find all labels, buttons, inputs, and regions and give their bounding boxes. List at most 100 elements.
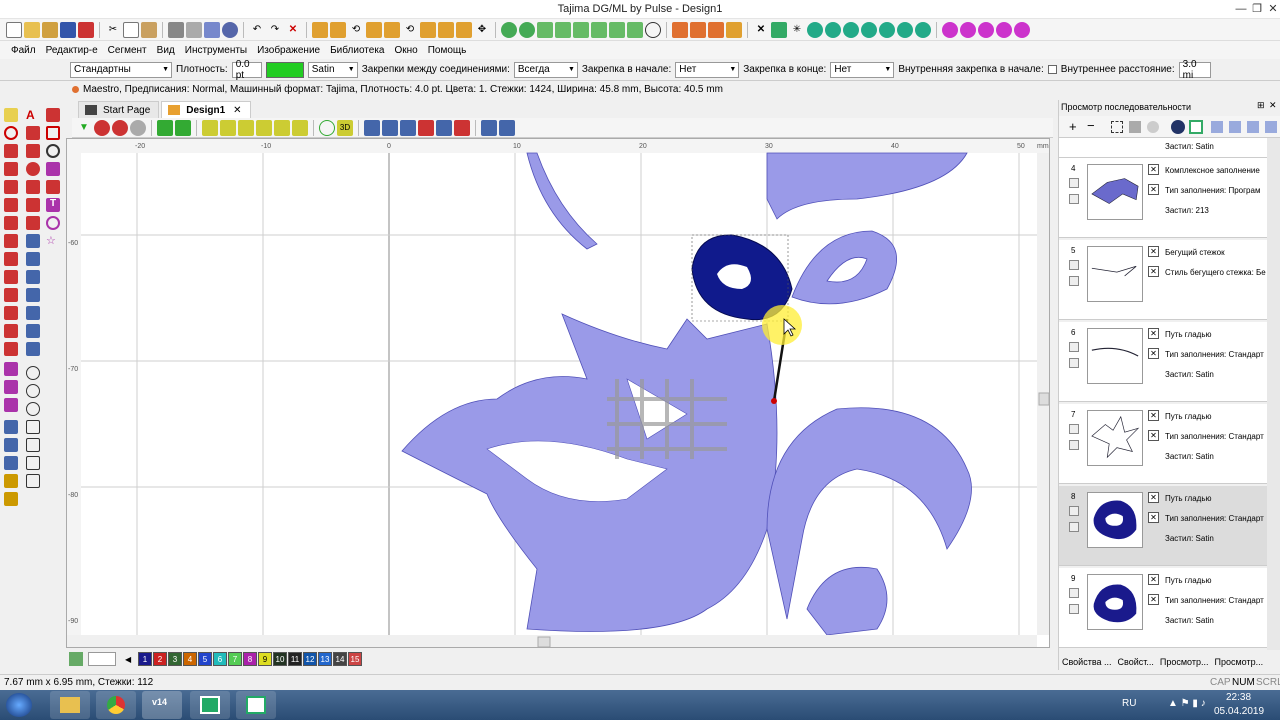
stitch-tool-8-icon[interactable] xyxy=(627,21,643,38)
cross-tool-icon[interactable]: ✕ xyxy=(753,22,769,38)
palette-scroll-left-icon[interactable]: ◀ xyxy=(125,655,135,664)
sequence-item[interactable]: 6 ✕ ✕ Путь гладью Тип заполнения: Станда… xyxy=(1059,322,1267,402)
taskbar-explorer[interactable] xyxy=(50,691,90,719)
select-arrow-icon[interactable] xyxy=(4,108,18,122)
tool-e-icon[interactable] xyxy=(879,21,895,38)
view-3d-icon[interactable]: 3D xyxy=(337,119,353,136)
view-v6-icon[interactable] xyxy=(220,119,236,136)
item-visibility-icon[interactable] xyxy=(1069,588,1079,598)
tool-r4-icon[interactable] xyxy=(4,162,18,176)
color-swatch-1[interactable]: 1 xyxy=(138,652,152,666)
color-swatch-15[interactable]: 15 xyxy=(348,652,362,666)
thread-color-swatch[interactable] xyxy=(265,61,304,78)
sequence-scrollbar[interactable] xyxy=(1267,138,1280,650)
item-visibility-icon[interactable] xyxy=(1069,178,1079,188)
stitch-tool-6-icon[interactable] xyxy=(591,21,607,38)
color-swatch-4[interactable]: 4 xyxy=(183,652,197,666)
grid-view-icon[interactable] xyxy=(274,119,290,136)
current-color-swatch[interactable] xyxy=(88,652,116,666)
stitch-tool-7-icon[interactable] xyxy=(609,21,625,38)
color-swatch-12[interactable]: 12 xyxy=(303,652,317,666)
tool-f-icon[interactable] xyxy=(897,21,913,38)
tie-between-dropdown[interactable]: Всегда ▼ xyxy=(513,61,578,78)
menu-image[interactable]: Изображение xyxy=(252,45,325,56)
panel-close-icon[interactable]: ✕ xyxy=(1269,100,1277,111)
density-input[interactable]: 0.0 pt xyxy=(231,59,262,81)
tool-y2-icon[interactable] xyxy=(4,492,18,506)
item-close-icon[interactable]: ✕ xyxy=(1148,328,1159,339)
tool-b5-icon[interactable] xyxy=(26,306,40,320)
item-close-icon[interactable]: ✕ xyxy=(1148,246,1159,257)
view-tool-1-icon[interactable] xyxy=(26,420,40,434)
menu-library[interactable]: Библиотека xyxy=(325,45,389,56)
tool-r21-icon[interactable] xyxy=(4,342,18,356)
item-close-icon[interactable]: ✕ xyxy=(1148,430,1159,441)
add-icon[interactable]: + xyxy=(1069,119,1077,134)
tool-r16-icon[interactable] xyxy=(4,252,18,266)
tool-r1-icon[interactable] xyxy=(26,126,40,140)
ellipse-tool-icon[interactable] xyxy=(46,144,60,158)
zoom-in-icon[interactable] xyxy=(26,384,40,398)
minimize-button[interactable]: — xyxy=(1234,2,1248,16)
tool-b6-icon[interactable] xyxy=(26,324,40,338)
tie-end-dropdown[interactable]: Нет ▼ xyxy=(830,61,895,78)
pink-tool-3-icon[interactable] xyxy=(978,21,994,38)
item-lock-icon[interactable] xyxy=(1069,194,1079,204)
stitch-tool-5-icon[interactable] xyxy=(573,21,589,38)
flip-icon[interactable] xyxy=(420,21,436,38)
close-button[interactable]: ✕ xyxy=(1266,2,1280,16)
tool-r9-icon[interactable] xyxy=(46,180,60,194)
tool-p3-icon[interactable] xyxy=(4,398,18,412)
tool-b1-icon[interactable] xyxy=(26,234,40,248)
sequence-item-selected[interactable]: 8 ✕ ✕ Путь гладью Тип заполнения: Станда… xyxy=(1059,486,1267,566)
tie-start-dropdown[interactable]: Нет ▼ xyxy=(675,61,740,78)
tool-b2-icon[interactable] xyxy=(26,252,40,266)
taskbar-app-c1[interactable] xyxy=(190,691,230,719)
print-preview-icon[interactable] xyxy=(186,21,202,38)
horizontal-scroll-thumb[interactable] xyxy=(537,636,551,647)
item-lock-icon[interactable] xyxy=(1069,604,1079,614)
visibility-icon[interactable] xyxy=(1147,121,1159,133)
zoom-icon[interactable] xyxy=(26,366,40,380)
view-v3-icon[interactable] xyxy=(130,119,146,136)
save-icon[interactable] xyxy=(60,21,76,38)
view-v8-icon[interactable] xyxy=(292,119,308,136)
color-swatch-10[interactable]: 10 xyxy=(273,652,287,666)
paste-icon[interactable] xyxy=(141,21,157,38)
align-icon[interactable] xyxy=(384,21,400,38)
item-close-icon[interactable]: ✕ xyxy=(1148,574,1159,585)
open-design-icon[interactable] xyxy=(42,21,58,38)
color-swatch-13[interactable]: 13 xyxy=(318,652,332,666)
view-tool-4-icon[interactable] xyxy=(26,474,40,488)
fabric-icon[interactable] xyxy=(672,21,688,38)
tool-r19-icon[interactable] xyxy=(4,306,18,320)
rotate-icon[interactable]: ⟲ xyxy=(348,22,364,38)
tool-p1-icon[interactable] xyxy=(4,362,18,376)
start-button[interactable] xyxy=(6,693,32,717)
menu-edit[interactable]: Редактир-е xyxy=(41,45,103,56)
tool-b9-icon[interactable] xyxy=(4,438,18,452)
menu-tools[interactable]: Инструменты xyxy=(180,45,252,56)
tool-b10-icon[interactable] xyxy=(4,456,18,470)
stitch-tool-1-icon[interactable] xyxy=(501,21,517,38)
circle-tool-icon[interactable] xyxy=(645,21,661,38)
star-icon[interactable]: ☆ xyxy=(46,234,60,248)
stitch-tool-4-icon[interactable] xyxy=(555,21,571,38)
stitch-nav-8-icon[interactable] xyxy=(499,119,515,136)
select-all-icon[interactable] xyxy=(1111,121,1123,133)
view-v1-icon[interactable] xyxy=(94,119,110,136)
open-folder-icon[interactable] xyxy=(24,21,40,38)
star-tool-icon[interactable]: ✳ xyxy=(789,22,805,38)
tool-b8-icon[interactable] xyxy=(4,420,18,434)
taskbar-app-c2[interactable] xyxy=(236,691,276,719)
rect-tool-icon[interactable] xyxy=(46,126,60,140)
item-close-icon[interactable]: ✕ xyxy=(1148,184,1159,195)
tool-g-icon[interactable] xyxy=(915,21,931,38)
taskbar-chrome[interactable] xyxy=(96,691,136,719)
item-close-icon[interactable]: ✕ xyxy=(1148,348,1159,359)
tool-b7-icon[interactable] xyxy=(26,342,40,356)
view-tool-2-icon[interactable] xyxy=(26,438,40,452)
stitch-nav-5-icon[interactable] xyxy=(436,119,452,136)
menu-file[interactable]: Файл xyxy=(6,45,41,56)
tool-d-icon[interactable] xyxy=(861,21,877,38)
